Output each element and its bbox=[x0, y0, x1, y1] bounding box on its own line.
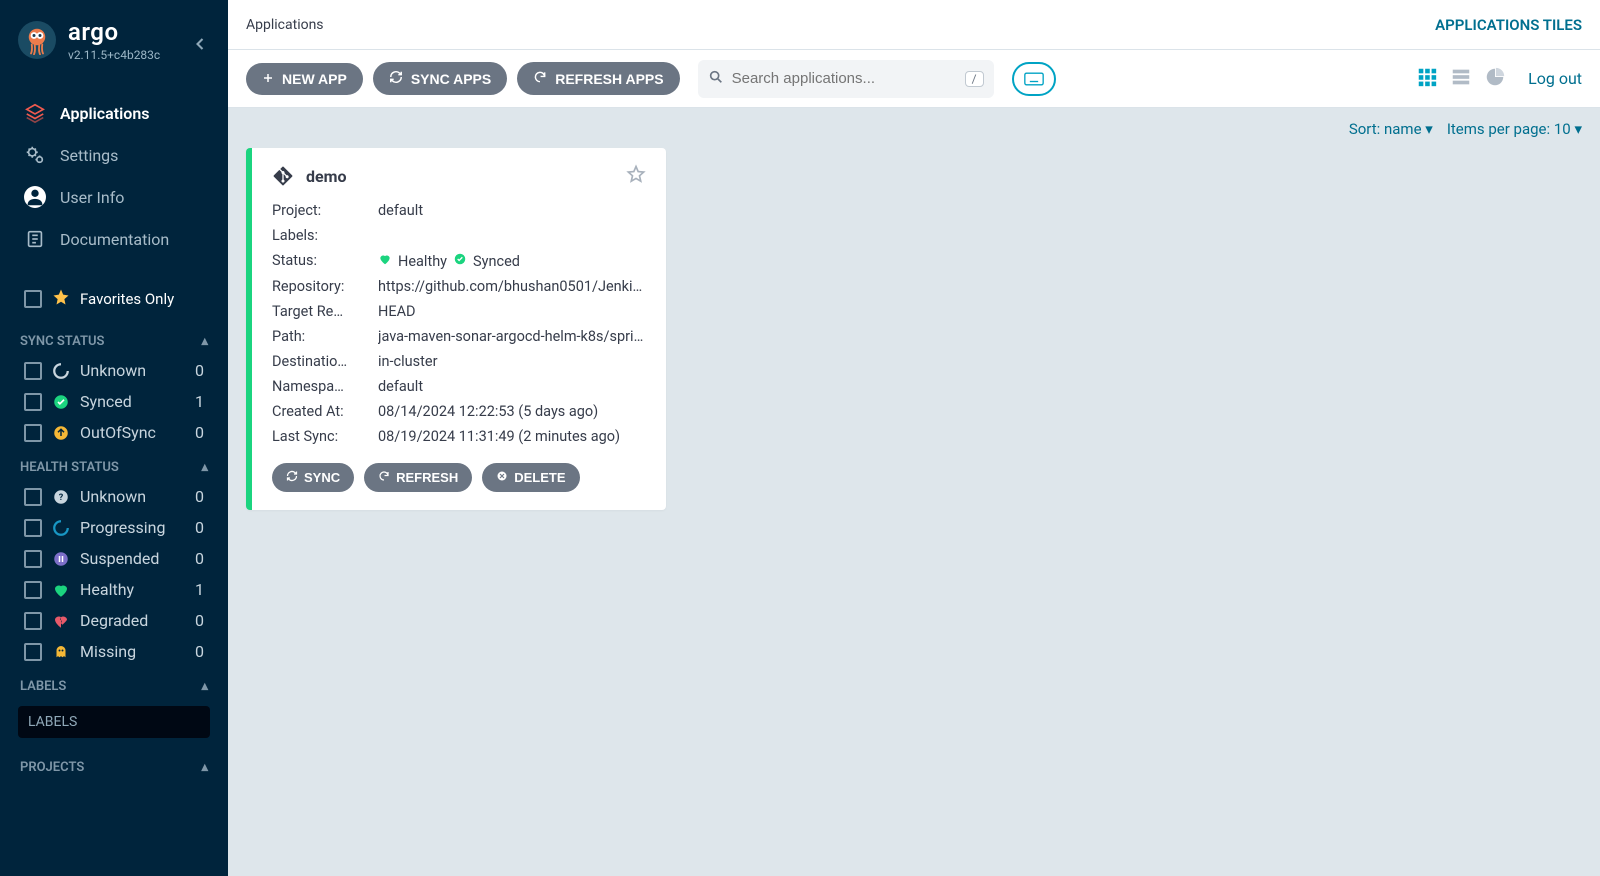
content-area: Sort: name ▾ Items per page: 10 ▾ demo P… bbox=[228, 108, 1600, 876]
search-shortcut-hint: / bbox=[965, 71, 984, 87]
logout-link[interactable]: Log out bbox=[1528, 69, 1582, 88]
nav-documentation-label: Documentation bbox=[60, 230, 169, 249]
search-input[interactable] bbox=[732, 70, 957, 87]
filter-sync-unknown[interactable]: Unknown 0 bbox=[0, 355, 228, 386]
refresh-button[interactable]: REFRESH bbox=[364, 463, 472, 492]
sync-icon bbox=[286, 470, 298, 485]
favorite-star-button[interactable] bbox=[626, 164, 646, 188]
topbar-breadcrumb: Applications APPLICATIONS TILES bbox=[228, 0, 1600, 50]
cogs-icon bbox=[24, 144, 46, 166]
new-app-button[interactable]: NEW APP bbox=[246, 63, 363, 95]
sync-button[interactable]: SYNC bbox=[272, 463, 354, 492]
card-actions: SYNC REFRESH DELETE bbox=[272, 463, 646, 492]
svg-text:?: ? bbox=[59, 493, 64, 503]
tiles-view-icon[interactable] bbox=[1416, 66, 1438, 92]
filter-sync-outofsync[interactable]: OutOfSync 0 bbox=[0, 417, 228, 448]
sync-apps-button[interactable]: SYNC APPS bbox=[373, 62, 507, 95]
filter-health-missing[interactable]: Missing 0 bbox=[0, 636, 228, 667]
times-circle-icon bbox=[496, 470, 508, 485]
plus-icon bbox=[262, 71, 274, 87]
nav-user-info-label: User Info bbox=[60, 188, 124, 207]
heart-icon bbox=[52, 581, 70, 599]
caret-down-icon: ▾ bbox=[1425, 120, 1433, 138]
nav-applications-label: Applications bbox=[60, 104, 149, 123]
breadcrumb: Applications bbox=[246, 17, 324, 33]
labels-input[interactable]: LABELS bbox=[18, 706, 210, 738]
list-controls: Sort: name ▾ Items per page: 10 ▾ bbox=[246, 120, 1582, 138]
filter-sync-synced[interactable]: Synced 1 bbox=[0, 386, 228, 417]
list-view-icon[interactable] bbox=[1450, 66, 1472, 92]
filter-health-suspended[interactable]: Suspended 0 bbox=[0, 543, 228, 574]
nav-settings[interactable]: Settings bbox=[0, 134, 228, 176]
chevron-up-icon[interactable]: ▴ bbox=[201, 334, 208, 349]
chevron-up-icon[interactable]: ▴ bbox=[201, 679, 208, 694]
user-circle-icon bbox=[24, 186, 46, 208]
nav-documentation[interactable]: Documentation bbox=[0, 218, 228, 260]
favorites-checkbox[interactable] bbox=[24, 290, 42, 308]
nav: Applications Settings User Info Document… bbox=[0, 92, 228, 260]
check-circle-icon bbox=[52, 393, 70, 411]
pie-view-icon[interactable] bbox=[1484, 66, 1506, 92]
search-applications[interactable]: / bbox=[698, 60, 994, 98]
filter-health-progressing[interactable]: Progressing 0 bbox=[0, 512, 228, 543]
sort-dropdown[interactable]: Sort: name ▾ bbox=[1349, 120, 1433, 138]
ghost-icon bbox=[52, 643, 70, 661]
refresh-icon bbox=[533, 70, 547, 87]
projects-heading[interactable]: PROJECTS ▴ bbox=[0, 748, 228, 781]
spinner-icon bbox=[52, 519, 70, 537]
book-icon bbox=[24, 228, 46, 250]
arrow-up-circle-icon bbox=[52, 424, 70, 442]
favorites-label: Favorites Only bbox=[80, 290, 174, 308]
favorites-only-filter[interactable]: Favorites Only bbox=[0, 276, 228, 322]
keyboard-toggle-button[interactable] bbox=[1012, 62, 1056, 96]
applications-tiles-link[interactable]: APPLICATIONS TILES bbox=[1435, 16, 1582, 34]
nav-user-info[interactable]: User Info bbox=[0, 176, 228, 218]
caret-down-icon: ▾ bbox=[1574, 120, 1582, 138]
layers-icon bbox=[24, 102, 46, 124]
labels-heading[interactable]: LABELS ▴ bbox=[0, 667, 228, 700]
app-name: demo bbox=[306, 167, 347, 186]
filter-health-unknown[interactable]: ? Unknown 0 bbox=[0, 481, 228, 512]
question-circle-icon: ? bbox=[52, 488, 70, 506]
filter-health-healthy[interactable]: Healthy 1 bbox=[0, 574, 228, 605]
delete-button[interactable]: DELETE bbox=[482, 463, 579, 492]
status-value: Healthy Synced bbox=[378, 252, 646, 270]
view-mode-icons bbox=[1416, 66, 1506, 92]
circle-notch-icon bbox=[52, 362, 70, 380]
filter-health-degraded[interactable]: Degraded 0 bbox=[0, 605, 228, 636]
git-icon bbox=[272, 165, 294, 187]
chevron-up-icon[interactable]: ▴ bbox=[201, 460, 208, 475]
brand-version: v2.11.5+c4b283c bbox=[68, 48, 160, 62]
brand-name: argo bbox=[68, 18, 160, 46]
toolbar: NEW APP SYNC APPS REFRESH APPS / bbox=[228, 50, 1600, 108]
sync-icon bbox=[389, 70, 403, 87]
health-status-heading[interactable]: HEALTH STATUS ▴ bbox=[0, 448, 228, 481]
main: Applications APPLICATIONS TILES NEW APP … bbox=[228, 0, 1600, 876]
argo-logo bbox=[18, 21, 56, 59]
search-icon bbox=[708, 69, 724, 89]
chevron-up-icon[interactable]: ▴ bbox=[201, 760, 208, 775]
check-circle-icon bbox=[453, 252, 467, 270]
application-card[interactable]: demo Project:default Labels: Status: Hea… bbox=[246, 148, 666, 510]
items-per-page-dropdown[interactable]: Items per page: 10 ▾ bbox=[1447, 120, 1582, 138]
nav-settings-label: Settings bbox=[60, 146, 118, 165]
collapse-sidebar-button[interactable] bbox=[190, 34, 210, 58]
sync-status-heading[interactable]: SYNC STATUS ▴ bbox=[0, 322, 228, 355]
pause-circle-icon bbox=[52, 550, 70, 568]
heart-icon bbox=[378, 252, 392, 270]
nav-applications[interactable]: Applications bbox=[0, 92, 228, 134]
refresh-icon bbox=[378, 470, 390, 485]
refresh-apps-button[interactable]: REFRESH APPS bbox=[517, 62, 679, 95]
heart-broken-icon bbox=[52, 612, 70, 630]
sidebar: argo v2.11.5+c4b283c Applications Settin… bbox=[0, 0, 228, 876]
star-icon bbox=[52, 288, 70, 310]
